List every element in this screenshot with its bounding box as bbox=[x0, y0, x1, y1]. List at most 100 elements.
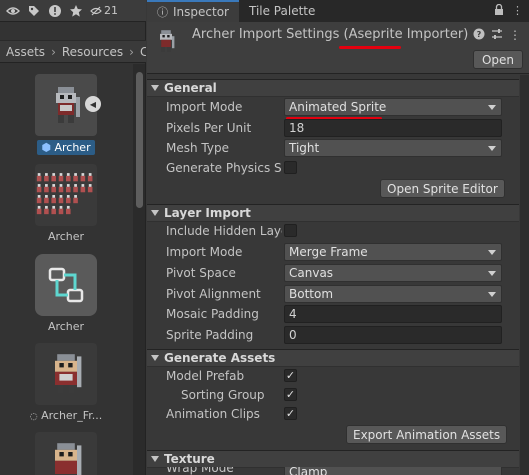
sprite-icon bbox=[35, 343, 97, 405]
project-browser: 21 Assets › Resources › C ◀ ⬢ Archer Arc… bbox=[0, 0, 146, 475]
dropdown-value: Bottom bbox=[289, 287, 334, 301]
prefab-cube-icon: ⬢ bbox=[41, 141, 51, 154]
pivot-alignment-label: Pivot Alignment bbox=[166, 287, 261, 301]
layer-import-mode-dropdown[interactable]: Merge Frame bbox=[284, 243, 502, 261]
export-animation-assets-button[interactable]: Export Animation Assets bbox=[346, 425, 508, 444]
unity-editor: 21 Assets › Resources › C ◀ ⬢ Archer Arc… bbox=[0, 0, 529, 475]
dropdown-value: Animated Sprite bbox=[289, 100, 387, 114]
inspector-scrollbar[interactable] bbox=[520, 75, 529, 475]
chevron-down-icon bbox=[488, 146, 496, 151]
chevron-down-icon bbox=[488, 271, 496, 276]
sprite-padding-field[interactable]: 0 bbox=[284, 326, 502, 344]
property-row: Animation Clips ✓ bbox=[147, 404, 519, 424]
property-row: Wrap Mode Clamp bbox=[147, 467, 519, 475]
pixels-per-unit-label: Pixels Per Unit bbox=[166, 121, 252, 135]
breadcrumb-item-assets[interactable]: Assets bbox=[6, 45, 45, 59]
sprite-icon bbox=[35, 432, 97, 475]
expand-arrow-icon[interactable]: ◀ bbox=[85, 96, 101, 112]
property-row: Sorting Group ✓ bbox=[147, 385, 519, 405]
import-mode-label: Import Mode bbox=[166, 100, 243, 114]
kebab-menu-icon[interactable]: ⋮ bbox=[509, 28, 521, 43]
asset-tile[interactable]: ◀ ⬢ Archer bbox=[28, 74, 104, 155]
kebab-menu-icon[interactable]: ⋮ bbox=[512, 4, 523, 19]
pivot-space-dropdown[interactable]: Canvas bbox=[284, 264, 502, 282]
sprite-small-icon: ◌ bbox=[29, 412, 38, 422]
wrap-mode-label: Wrap Mode bbox=[166, 467, 234, 475]
wrap-mode-dropdown[interactable]: Clamp bbox=[284, 467, 502, 475]
sprite-sheet-icon bbox=[35, 164, 97, 226]
asset-tile[interactable] bbox=[28, 432, 104, 475]
asset-label: ⬢ Archer bbox=[37, 140, 95, 155]
mosaic-padding-field[interactable]: 4 bbox=[284, 305, 502, 323]
foldout-icon bbox=[151, 355, 159, 361]
animation-clips-checkbox[interactable]: ✓ bbox=[284, 407, 297, 420]
dropdown-value: Merge Frame bbox=[289, 245, 368, 259]
property-row: Sprite Padding 0 bbox=[147, 325, 519, 345]
section-title: Layer Import bbox=[164, 206, 251, 220]
section-general[interactable]: General bbox=[147, 79, 519, 97]
star-icon[interactable] bbox=[69, 4, 83, 18]
section-texture[interactable]: Texture bbox=[147, 450, 519, 468]
help-icon[interactable]: ? bbox=[473, 28, 485, 43]
tab-label: Tile Palette bbox=[248, 4, 316, 18]
project-toolbar: 21 bbox=[0, 0, 146, 22]
pixels-per-unit-field[interactable]: 18 bbox=[284, 119, 502, 137]
foldout-icon bbox=[151, 85, 159, 91]
header-tools: ? ⋮ bbox=[473, 28, 521, 43]
page-title: Archer Import Settings (Aseprite Importe… bbox=[192, 27, 469, 42]
asset-label: Archer bbox=[47, 230, 85, 243]
visibility-count-icon bbox=[90, 6, 102, 15]
inspector-header: Archer Import Settings (Aseprite Importe… bbox=[147, 22, 529, 74]
foldout-icon bbox=[151, 210, 159, 216]
tag-icon[interactable] bbox=[27, 4, 41, 18]
tab-inspector[interactable]: ⓘ Inspector bbox=[147, 0, 239, 22]
breadcrumb-item-resources[interactable]: Resources bbox=[62, 45, 123, 59]
warning-icon[interactable] bbox=[48, 4, 62, 18]
chevron-down-icon bbox=[488, 105, 496, 110]
aseprite-asset-icon: ◀ bbox=[35, 74, 101, 136]
chevron-down-icon bbox=[488, 250, 496, 255]
model-prefab-checkbox[interactable]: ✓ bbox=[284, 369, 297, 382]
property-row: Generate Physics Sh bbox=[147, 158, 519, 178]
section-layer-import[interactable]: Layer Import bbox=[147, 204, 519, 222]
open-sprite-editor-button[interactable]: Open Sprite Editor bbox=[380, 179, 505, 198]
sorting-group-label: Sorting Group bbox=[181, 388, 265, 402]
dropdown-value: Clamp bbox=[289, 467, 328, 475]
property-row: Mesh Type Tight bbox=[147, 138, 519, 158]
asset-label: Archer bbox=[47, 320, 85, 333]
section-title: Generate Assets bbox=[164, 351, 276, 365]
property-row: Pivot Space Canvas bbox=[147, 263, 519, 283]
pivot-alignment-dropdown[interactable]: Bottom bbox=[284, 285, 502, 303]
include-hidden-layers-checkbox[interactable] bbox=[284, 224, 297, 237]
mesh-type-label: Mesh Type bbox=[166, 141, 229, 155]
import-mode-dropdown[interactable]: Animated Sprite bbox=[284, 98, 502, 116]
property-row: Pivot Alignment Bottom bbox=[147, 284, 519, 304]
project-scrollbar-thumb[interactable] bbox=[136, 72, 143, 208]
asset-name: Archer_Fr... bbox=[41, 409, 103, 422]
svg-text:?: ? bbox=[477, 30, 482, 39]
asset-name: Archer bbox=[54, 141, 91, 154]
section-generate-assets[interactable]: Generate Assets bbox=[147, 349, 519, 367]
lock-icon[interactable] bbox=[494, 3, 504, 19]
asset-tile[interactable]: Archer bbox=[28, 254, 104, 333]
hidden-packages-count[interactable]: 21 bbox=[90, 4, 118, 17]
breadcrumb-item-current[interactable]: C bbox=[140, 45, 146, 59]
tab-menu: ⋮ bbox=[494, 3, 523, 19]
info-icon: ⓘ bbox=[157, 6, 168, 19]
asset-tile[interactable]: ◌ Archer_Fr... bbox=[28, 343, 104, 422]
breadcrumb-separator-icon: › bbox=[129, 44, 134, 59]
tab-tile-palette[interactable]: Tile Palette bbox=[239, 0, 325, 22]
include-hidden-layers-label: Include Hidden Laye bbox=[166, 224, 282, 238]
mesh-type-dropdown[interactable]: Tight bbox=[284, 139, 502, 157]
dropdown-value: Canvas bbox=[289, 266, 334, 280]
property-row: Pixels Per Unit 18 bbox=[147, 118, 519, 138]
asset-tile[interactable]: Archer bbox=[28, 164, 104, 243]
section-title: General bbox=[164, 81, 217, 95]
generate-physics-shape-checkbox[interactable] bbox=[284, 161, 297, 174]
model-prefab-label: Model Prefab bbox=[166, 369, 245, 383]
open-button[interactable]: Open bbox=[472, 50, 523, 69]
sorting-group-checkbox[interactable]: ✓ bbox=[284, 388, 297, 401]
eye-icon[interactable] bbox=[6, 4, 20, 18]
sprite-padding-label: Sprite Padding bbox=[166, 328, 254, 342]
preset-icon[interactable] bbox=[491, 28, 503, 43]
